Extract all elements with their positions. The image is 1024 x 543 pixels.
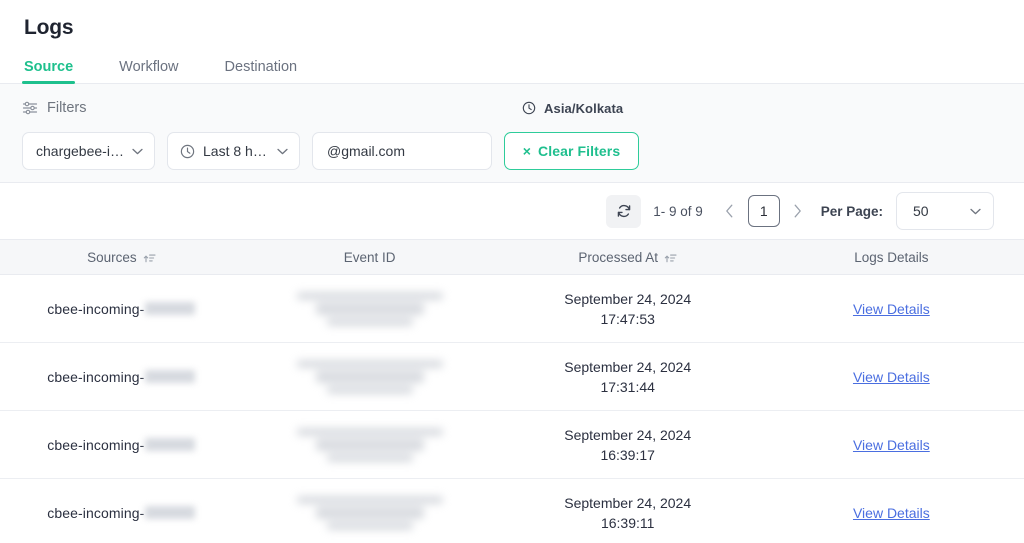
tab-destination[interactable]: Destination <box>225 59 298 84</box>
page-header: Logs Source Workflow Destination <box>0 0 1024 84</box>
column-header-sources[interactable]: Sources <box>0 240 243 274</box>
cell-source: cbee-incoming- <box>0 411 243 478</box>
current-page-box[interactable]: 1 <box>747 195 780 227</box>
event-id-redacted-block <box>295 286 445 332</box>
source-name: cbee-incoming- <box>47 300 145 317</box>
search-field-wrapper[interactable] <box>312 132 492 170</box>
filters-panel: Filters Asia/Kolkata chargebee-i… Last 8… <box>0 84 1024 183</box>
processed-date: September 24, 2024 <box>564 358 692 375</box>
pagination-range: 1- 9 of 9 <box>653 203 703 219</box>
pagination-bar: 1- 9 of 9 1 Per Page: 50 <box>0 183 1024 239</box>
chevron-down-icon <box>970 208 981 215</box>
cell-logs-details: View Details <box>759 411 1024 478</box>
clock-icon <box>180 144 195 159</box>
cell-logs-details: View Details <box>759 275 1024 342</box>
prev-page-button[interactable] <box>721 197 739 225</box>
tab-workflow[interactable]: Workflow <box>119 59 178 84</box>
processed-time: 16:39:17 <box>600 446 655 463</box>
column-header-sources-label: Sources <box>87 249 137 265</box>
filters-label: Filters <box>47 100 87 116</box>
cell-logs-details: View Details <box>759 479 1024 543</box>
column-header-event-id-label: Event ID <box>343 249 396 265</box>
view-details-link[interactable]: View Details <box>853 301 930 317</box>
sort-ascending-icon[interactable] <box>143 251 156 264</box>
chevron-down-icon <box>277 148 288 155</box>
per-page-value: 50 <box>913 203 929 219</box>
processed-date: September 24, 2024 <box>564 494 692 511</box>
logs-table: Sources Event ID Processed At Logs Detai… <box>0 239 1024 543</box>
event-id-redacted-block <box>295 422 445 468</box>
cell-processed-at: September 24, 2024 16:39:11 <box>497 479 759 543</box>
timezone-label: Asia/Kolkata <box>544 100 624 116</box>
view-details-link[interactable]: View Details <box>853 437 930 453</box>
column-header-logs-details-label: Logs Details <box>854 249 929 265</box>
refresh-icon <box>616 203 632 219</box>
cell-event-id <box>243 479 497 543</box>
column-header-logs-details: Logs Details <box>759 240 1024 274</box>
processed-date: September 24, 2024 <box>564 426 692 443</box>
table-row[interactable]: cbee-incoming- September 24, 2024 17:47:… <box>0 275 1024 343</box>
cell-processed-at: September 24, 2024 16:39:17 <box>497 411 759 478</box>
next-page-button[interactable] <box>789 197 807 225</box>
column-header-event-id: Event ID <box>243 240 497 274</box>
source-filter-value: chargebee-i… <box>36 143 124 159</box>
table-row[interactable]: cbee-incoming- September 24, 2024 16:39:… <box>0 411 1024 479</box>
per-page-label: Per Page: <box>820 203 883 219</box>
cell-source: cbee-incoming- <box>0 275 243 342</box>
per-page-select[interactable]: 50 <box>896 192 994 230</box>
processed-time: 16:39:11 <box>600 514 655 531</box>
tab-bar: Source Workflow Destination <box>21 52 1024 84</box>
source-filter-dropdown[interactable]: chargebee-i… <box>22 132 155 170</box>
cell-processed-at: September 24, 2024 17:31:44 <box>497 343 759 410</box>
source-redacted-block <box>145 506 196 519</box>
cell-event-id <box>243 343 497 410</box>
source-redacted-block <box>145 302 196 315</box>
table-header-row: Sources Event ID Processed At Logs Detai… <box>0 239 1024 275</box>
search-input[interactable] <box>327 143 477 159</box>
column-header-processed-at-label: Processed At <box>578 249 658 265</box>
processed-time: 17:31:44 <box>600 378 655 395</box>
tab-source[interactable]: Source <box>21 59 76 84</box>
cell-event-id <box>243 411 497 478</box>
event-id-redacted-block <box>295 354 445 400</box>
table-row[interactable]: cbee-incoming- September 24, 2024 17:31:… <box>0 343 1024 411</box>
time-range-value: Last 8 h… <box>203 143 267 159</box>
source-name: cbee-incoming- <box>47 504 145 521</box>
clock-icon <box>522 101 536 115</box>
cell-event-id <box>243 275 497 342</box>
clear-filters-button[interactable]: × Clear Filters <box>504 132 639 170</box>
sliders-icon <box>22 100 38 116</box>
timezone-indicator: Asia/Kolkata <box>522 101 623 116</box>
page-title: Logs <box>24 16 74 39</box>
event-id-redacted-block <box>295 490 445 536</box>
processed-date: September 24, 2024 <box>564 290 692 307</box>
cell-source: cbee-incoming- <box>0 479 243 543</box>
clear-filters-mark: × <box>522 143 532 159</box>
filters-panel-header: Filters Asia/Kolkata <box>22 98 1002 118</box>
view-details-link[interactable]: View Details <box>853 505 930 521</box>
source-name: cbee-incoming- <box>47 368 145 385</box>
cell-processed-at: September 24, 2024 17:47:53 <box>497 275 759 342</box>
filters-label-group: Filters <box>22 100 86 116</box>
source-name: cbee-incoming- <box>47 436 145 453</box>
clear-filters-label: Clear Filters <box>538 143 621 159</box>
view-details-link[interactable]: View Details <box>853 369 930 385</box>
refresh-button[interactable] <box>606 194 642 228</box>
sort-ascending-icon[interactable] <box>664 251 677 264</box>
cell-logs-details: View Details <box>759 343 1024 410</box>
source-redacted-block <box>145 438 196 451</box>
source-redacted-block <box>145 370 196 383</box>
table-row[interactable]: cbee-incoming- September 24, 2024 16:39:… <box>0 479 1024 543</box>
processed-time: 17:47:53 <box>600 310 655 327</box>
column-header-processed-at[interactable]: Processed At <box>497 240 759 274</box>
chevron-down-icon <box>132 148 143 155</box>
logs-page: Logs Source Workflow Destination Filters… <box>0 0 1024 543</box>
cell-source: cbee-incoming- <box>0 343 243 410</box>
filters-controls: chargebee-i… Last 8 h… @gmail.com × Clea… <box>22 132 1002 170</box>
time-range-dropdown[interactable]: Last 8 h… <box>167 132 300 170</box>
